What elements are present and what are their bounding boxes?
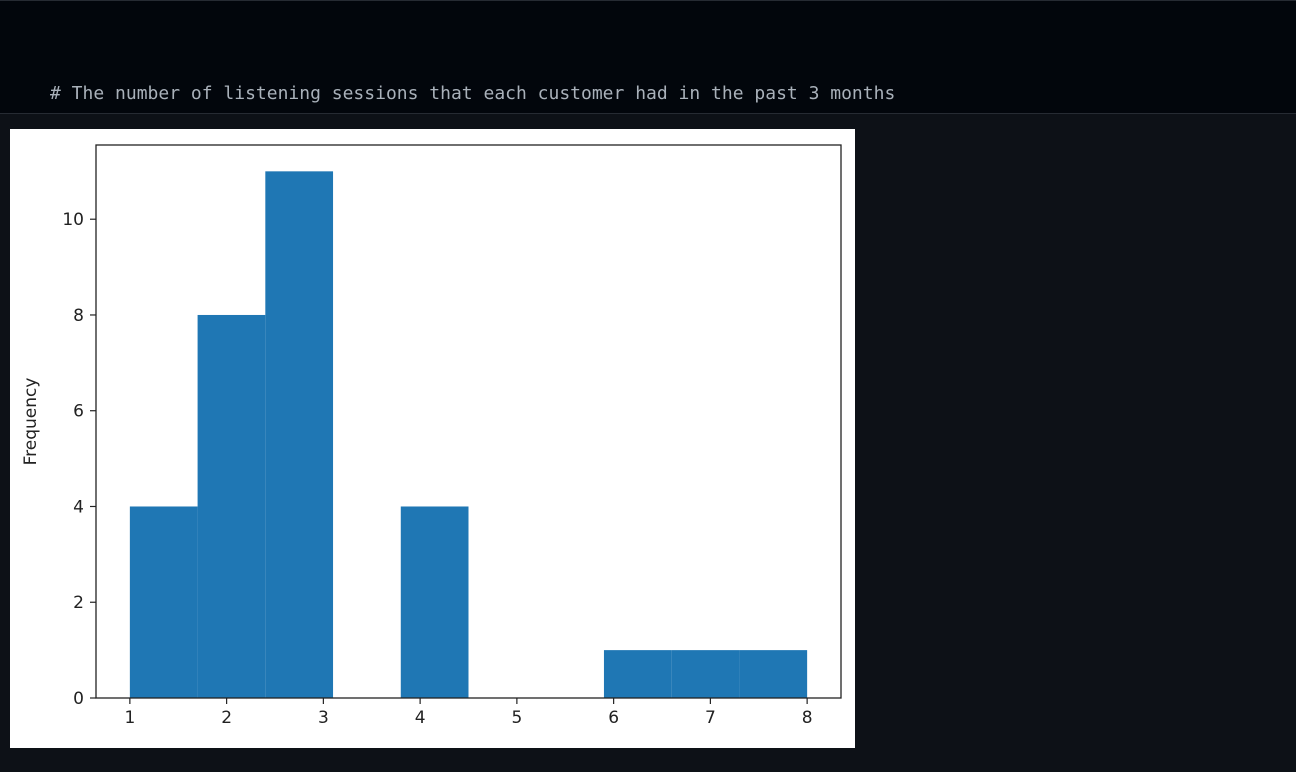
code-cell[interactable]: # The number of listening sessions that …	[0, 0, 1296, 191]
x-tick-label: 2	[221, 708, 232, 728]
x-tick-label: 8	[802, 708, 813, 728]
x-tick-label: 6	[608, 708, 619, 728]
histogram-chart: 1 2 3 4 5 6 7 8 0 2 4 6 8 10 Frequency	[21, 144, 842, 728]
y-tick-label: 10	[62, 210, 84, 230]
x-tick-label: 1	[124, 708, 135, 728]
histogram-figure: 1 2 3 4 5 6 7 8 0 2 4 6 8 10 Frequency	[10, 129, 855, 748]
code-comment-line: # The number of listening sessions that …	[50, 83, 896, 104]
histogram-bar	[400, 506, 469, 698]
y-tick-label: 0	[73, 689, 84, 709]
histogram-bar	[129, 506, 198, 698]
y-tick-label: 6	[73, 402, 84, 422]
histogram-bar	[603, 650, 672, 698]
x-tick-label: 7	[705, 708, 716, 728]
y-tick-label: 8	[73, 306, 84, 326]
y-axis-label: Frequency	[21, 378, 41, 466]
x-tick-label: 4	[415, 708, 426, 728]
histogram-bar	[265, 171, 334, 699]
cell-output: 1 2 3 4 5 6 7 8 0 2 4 6 8 10 Frequency	[0, 115, 1296, 772]
y-tick-label: 4	[73, 497, 84, 517]
x-tick-label: 5	[511, 708, 522, 728]
x-tick-label: 3	[318, 708, 329, 728]
histogram-bar	[197, 314, 266, 698]
y-tick-label: 2	[73, 593, 84, 613]
histogram-bar	[671, 650, 740, 698]
histogram-bar	[739, 650, 808, 698]
